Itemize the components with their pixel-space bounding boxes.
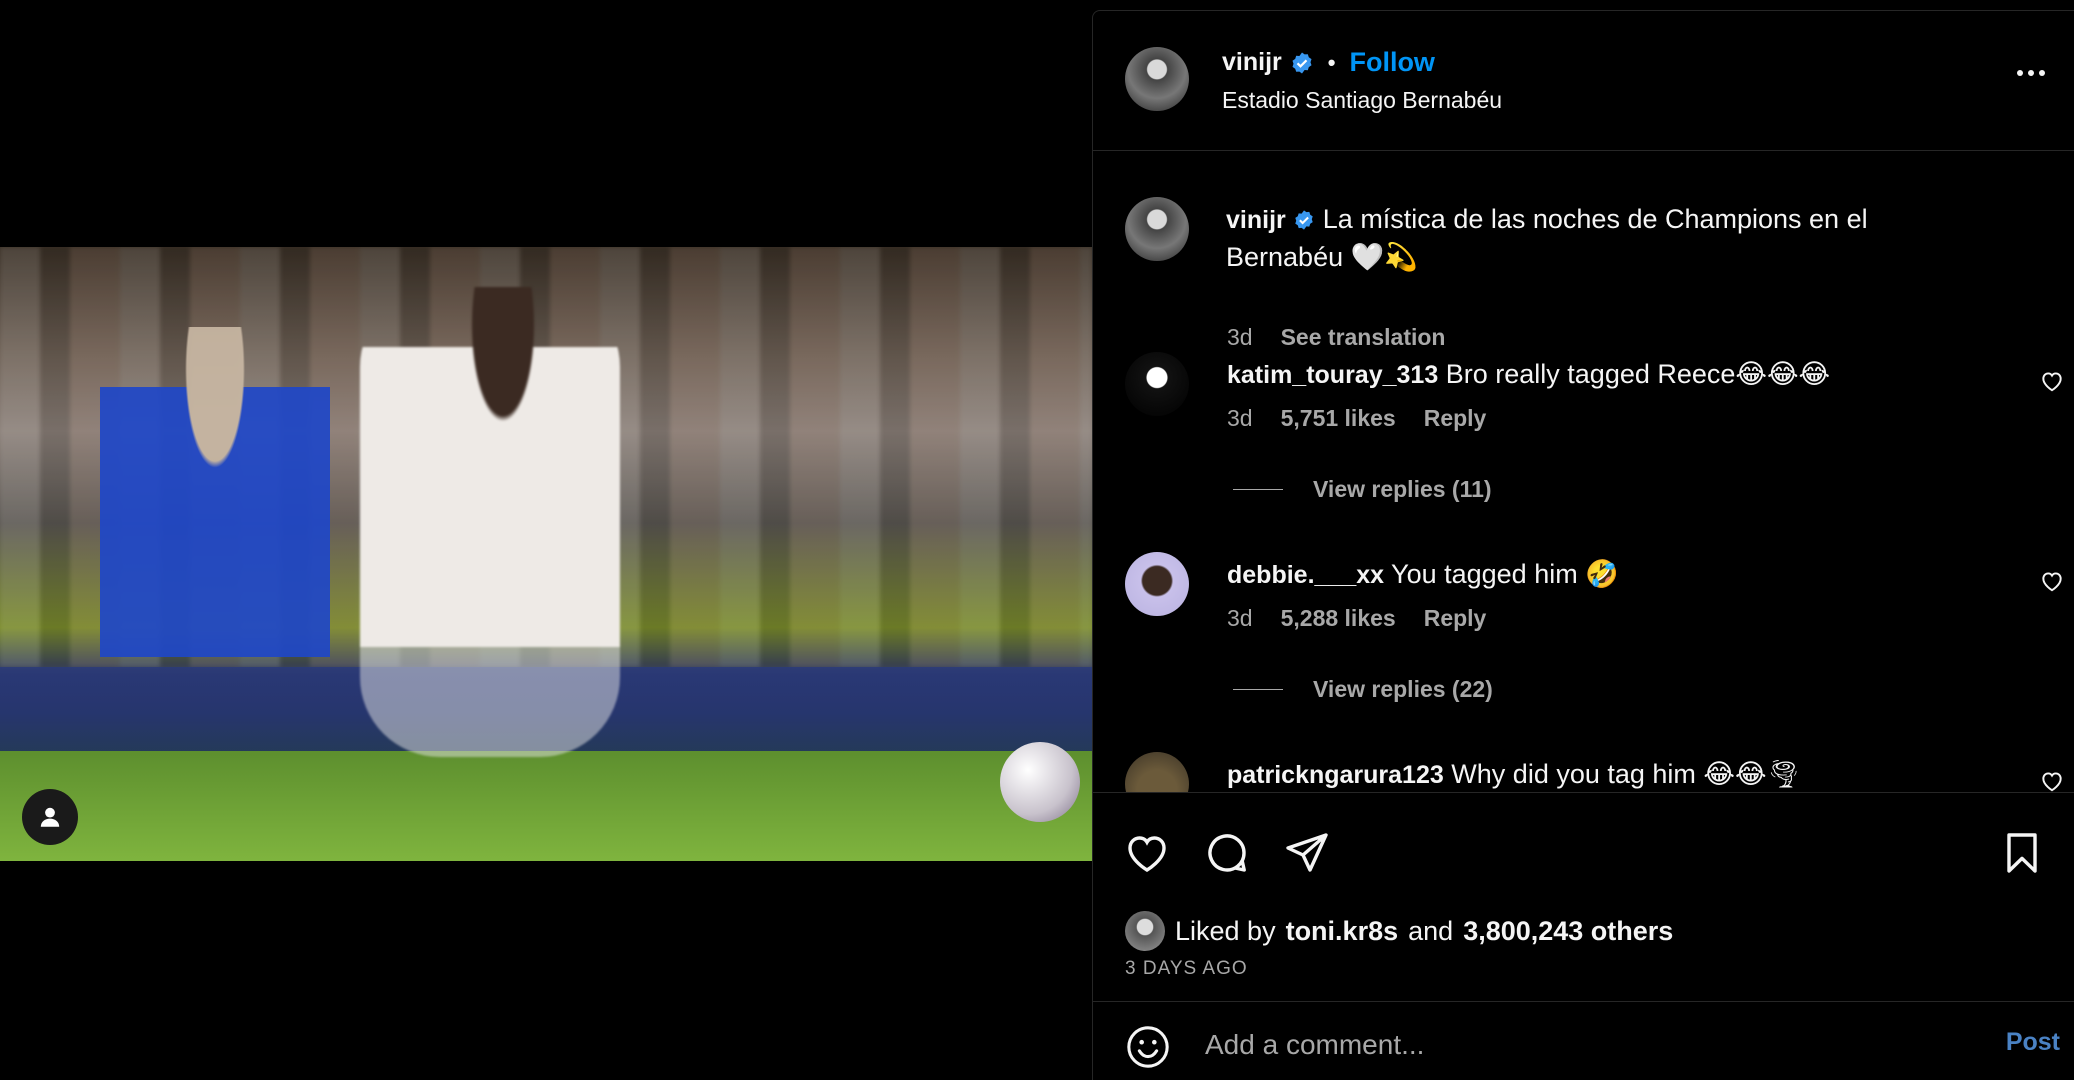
- post-side-panel: vinijr • Follow Estadio Santiago Bernabé…: [1092, 10, 2074, 1080]
- post-location[interactable]: Estadio Santiago Bernabéu: [1222, 87, 1502, 114]
- heart-icon[interactable]: [2039, 768, 2065, 792]
- comment-text-block: patrickngarura123 Why did you tag him 😂😂…: [1227, 756, 1927, 792]
- comment-username[interactable]: debbie.___xx: [1227, 561, 1384, 589]
- photo-ball: [1000, 742, 1080, 822]
- comment-text-block: debbie.___xx You tagged him 🤣: [1227, 556, 1927, 594]
- caption-meta: 3d See translation: [1227, 324, 1445, 351]
- liked-by-row: Liked by toni.kr8s and 3,800,243 others: [1125, 911, 1673, 951]
- comment-avatar[interactable]: [1125, 752, 1189, 792]
- photo-pitch: [0, 751, 1092, 861]
- more-options-button[interactable]: [2011, 61, 2051, 85]
- caption-time: 3d: [1227, 324, 1253, 350]
- author-avatar[interactable]: [1125, 47, 1189, 111]
- liked-by-and: and: [1408, 915, 1454, 946]
- photo-player-white: [360, 287, 620, 757]
- post-comment-button[interactable]: Post: [2006, 1028, 2060, 1057]
- share-icon[interactable]: [1283, 829, 1331, 877]
- post-media-area: [0, 0, 1092, 1080]
- comment-username[interactable]: patrickngarura123: [1227, 761, 1444, 789]
- see-translation-button[interactable]: See translation: [1281, 324, 1446, 351]
- comment-likes[interactable]: 5,288 likes: [1281, 605, 1396, 632]
- heart-icon[interactable]: [2039, 368, 2065, 394]
- verified-badge-icon: [1292, 52, 1312, 73]
- comment-input[interactable]: [1205, 1020, 1945, 1070]
- liked-by-prefix: Liked by: [1175, 915, 1276, 946]
- likes-count[interactable]: 3,800,243 others: [1463, 916, 1673, 947]
- comment-meta: 3d 5,751 likes Reply: [1227, 405, 1486, 432]
- more-icon: [2017, 70, 2023, 76]
- comments-list[interactable]: vinijr La mística de las noches de Champ…: [1093, 152, 2074, 792]
- post-actions: Liked by toni.kr8s and 3,800,243 others …: [1093, 792, 2074, 1002]
- comment-text: You tagged him 🤣: [1391, 559, 1619, 589]
- person-tag-icon: [40, 807, 60, 827]
- reply-button[interactable]: Reply: [1424, 405, 1487, 432]
- tagged-people-button[interactable]: [22, 789, 78, 845]
- post-photo[interactable]: [0, 247, 1092, 861]
- post-header: vinijr • Follow Estadio Santiago Bernabé…: [1093, 11, 2074, 151]
- reply-button[interactable]: Reply: [1424, 605, 1487, 632]
- header-separator: •: [1327, 49, 1336, 75]
- view-replies-button[interactable]: View replies (22): [1233, 676, 1493, 703]
- photo-player-blue: [100, 327, 330, 747]
- author-name-row: vinijr • Follow: [1222, 47, 1435, 78]
- bookmark-icon[interactable]: [1998, 829, 2046, 877]
- post-date: 3 DAYS AGO: [1125, 958, 1248, 979]
- comment-avatar[interactable]: [1125, 352, 1189, 416]
- comment-text: Bro really tagged Reece😂😂😂: [1445, 359, 1831, 389]
- author-username[interactable]: vinijr: [1222, 48, 1282, 77]
- comment-icon[interactable]: [1203, 829, 1251, 877]
- caption-text-block: vinijr La mística de las noches de Champ…: [1226, 201, 1926, 276]
- comment-time: 3d: [1227, 605, 1253, 631]
- comment-username[interactable]: katim_touray_313: [1227, 361, 1438, 389]
- follow-button[interactable]: Follow: [1349, 47, 1434, 78]
- caption-avatar[interactable]: [1125, 197, 1189, 261]
- liked-by-user[interactable]: toni.kr8s: [1286, 916, 1399, 947]
- comment-avatar[interactable]: [1125, 552, 1189, 616]
- emoji-icon[interactable]: [1125, 1024, 1171, 1070]
- liked-by-avatar[interactable]: [1125, 911, 1165, 951]
- comment-text-block: katim_touray_313 Bro really tagged Reece…: [1227, 356, 1927, 394]
- caption-text: La mística de las noches de Champions en…: [1226, 204, 1868, 272]
- heart-icon[interactable]: [1123, 829, 1171, 877]
- comment-meta: 3d 5,288 likes Reply: [1227, 605, 1486, 632]
- view-replies-button[interactable]: View replies (11): [1233, 476, 1492, 503]
- comment-time: 3d: [1227, 405, 1253, 431]
- add-comment-bar: Post: [1093, 1001, 2074, 1080]
- heart-icon[interactable]: [2039, 568, 2065, 594]
- view-replies-label: View replies (11): [1313, 476, 1492, 502]
- comment-likes[interactable]: 5,751 likes: [1281, 405, 1396, 432]
- comment-text: Why did you tag him 😂😂🌪: [1451, 759, 1801, 789]
- caption-username[interactable]: vinijr: [1226, 206, 1286, 234]
- view-replies-label: View replies (22): [1313, 676, 1493, 702]
- verified-badge-icon: [1295, 210, 1313, 230]
